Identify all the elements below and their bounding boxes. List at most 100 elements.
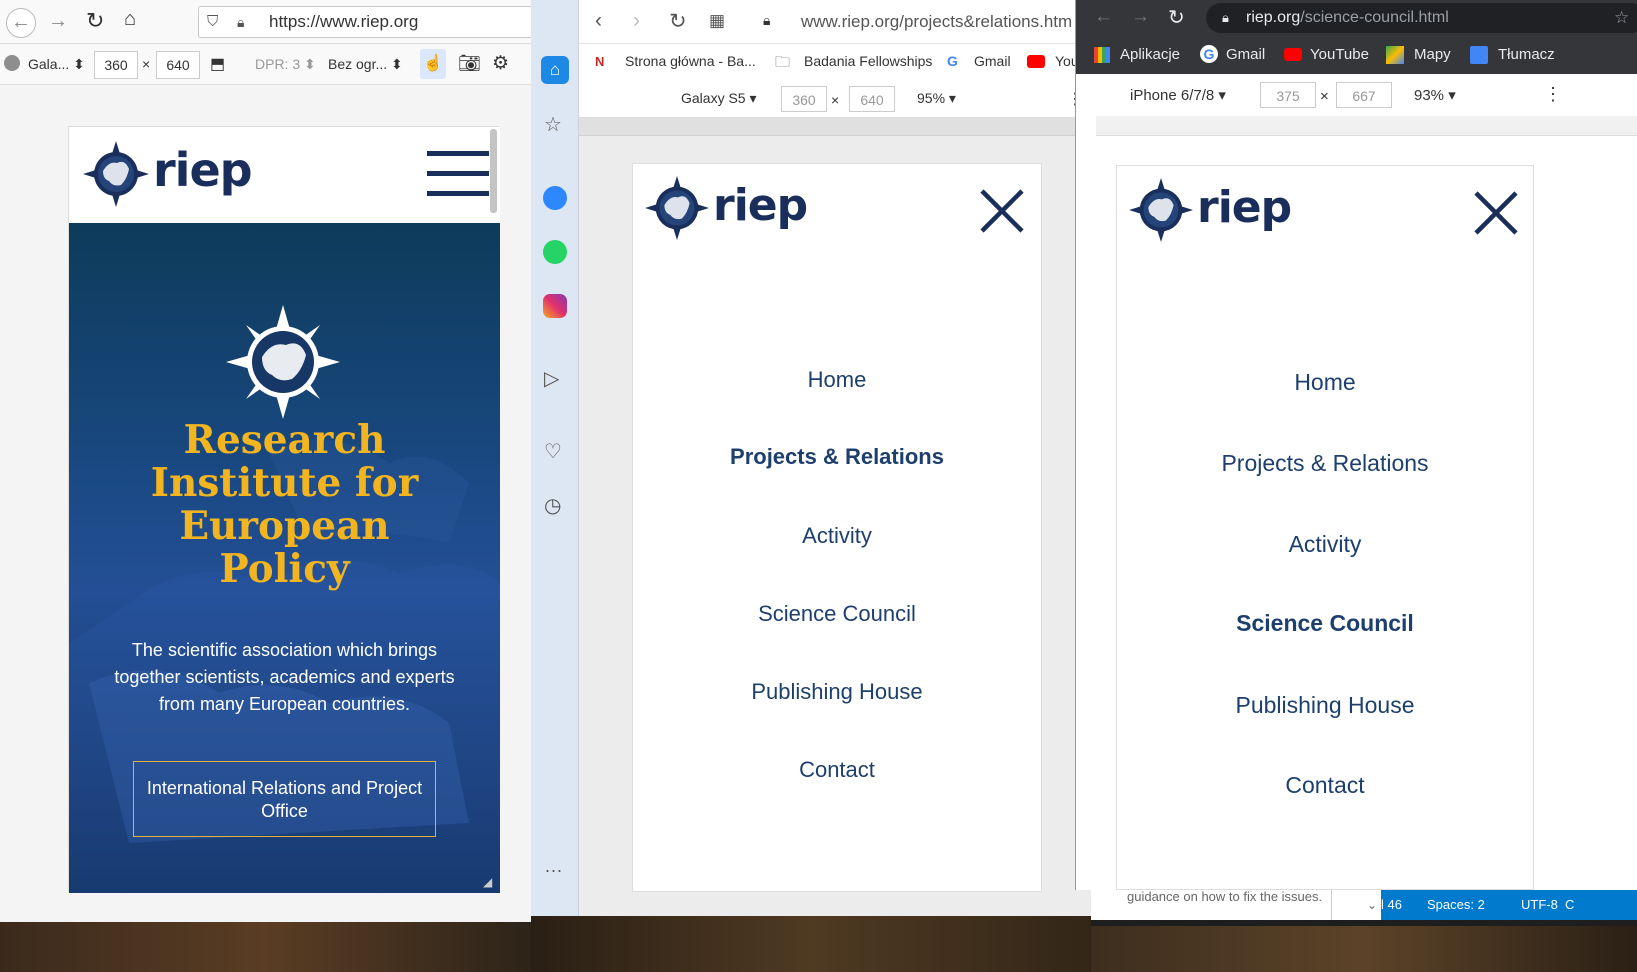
zoom-select[interactable]: 95% ▾	[917, 90, 956, 107]
desktop-strip	[531, 916, 1091, 972]
riep-logo-icon[interactable]	[83, 141, 149, 207]
touch-icon[interactable]: ☝	[420, 49, 446, 79]
hero-section: Research Institute for European Policy T…	[69, 223, 500, 893]
url-bar[interactable]: 🔒︎ riep.org/science-council.html ☆	[1206, 3, 1637, 33]
device-viewport: riep Home Projects & Relations Activity Sci…	[632, 163, 1042, 892]
hero-description: The scientific association which brings …	[114, 640, 455, 714]
width-input[interactable]: 360	[94, 51, 138, 79]
forward-icon[interactable]: ›	[633, 9, 640, 33]
back-icon[interactable]: ←	[6, 8, 36, 38]
nav-menu-item[interactable]: Contact	[1117, 772, 1533, 799]
bookmark-item[interactable]: Strona główna - Ba...	[625, 53, 756, 69]
speed-dial-icon[interactable]: ⌂	[541, 56, 569, 84]
nav-menu-item[interactable]: Home	[633, 367, 1041, 393]
screenshot-icon[interactable]: 📷︎	[458, 53, 481, 74]
site-header: riep	[69, 127, 500, 223]
nav-menu-item[interactable]: Contact	[633, 757, 1041, 783]
desktop-strip	[0, 922, 531, 972]
forward-icon[interactable]: →	[48, 10, 68, 33]
tabs-grid-icon[interactable]: ▦	[709, 11, 725, 31]
history-clock-icon[interactable]: ◷	[544, 493, 561, 518]
url-bar[interactable]: ⛉ 🔒︎ https://www.riep.org	[198, 6, 531, 38]
width-input[interactable]: 360	[781, 86, 827, 112]
bookmark-item[interactable]: Gmail	[974, 53, 1011, 69]
nav-menu-item[interactable]: Activity	[1117, 531, 1533, 558]
device-viewport: riep Research Institute for European Pol…	[68, 126, 500, 893]
logo-wordmark[interactable]: riep	[153, 143, 253, 197]
star-icon[interactable]: ☆	[544, 112, 562, 137]
bookmark-item[interactable]: YouTube	[1310, 46, 1369, 63]
heart-icon[interactable]: ♡	[544, 439, 562, 464]
logo-wordmark[interactable]: riep	[713, 180, 808, 231]
dpr-select[interactable]: DPR: 3 ⬍	[255, 56, 316, 73]
status-col[interactable]: l 46	[1381, 890, 1402, 920]
scrollbar[interactable]	[490, 129, 497, 213]
hamburger-menu-icon[interactable]	[427, 149, 489, 201]
instagram-icon[interactable]	[543, 294, 567, 318]
settings-gear-icon[interactable]: ⚙	[492, 52, 509, 75]
device-select[interactable]: iPhone 6/7/8 ▾	[1130, 86, 1226, 104]
whatsapp-icon[interactable]	[543, 240, 567, 264]
width-input[interactable]: 375	[1260, 82, 1316, 108]
resize-grip-icon[interactable]: ◢	[483, 875, 492, 889]
nav-menu-item[interactable]: Science Council	[633, 601, 1041, 627]
opera-toolbar: ‹ › ↻ ▦ 🔒︎ www.riep.org/projects&relatio…	[579, 0, 1091, 44]
lock-icon: 🔒︎	[763, 12, 771, 28]
compass-emblem-icon	[226, 305, 340, 419]
cta-button[interactable]: International Relations and Project Offi…	[133, 761, 436, 837]
bookmark-item[interactable]: Badania Fellowships	[804, 53, 932, 69]
more-dots-icon[interactable]: ...	[545, 856, 563, 877]
home-icon[interactable]: ⌂	[124, 8, 136, 31]
logo-wordmark[interactable]: riep	[1197, 182, 1292, 233]
close-icon[interactable]	[1473, 190, 1519, 236]
youtube-icon	[1027, 55, 1045, 68]
times-sign: ×	[1320, 88, 1329, 105]
bookmark-star-icon[interactable]: ☆	[1614, 3, 1629, 33]
reload-icon[interactable]: ↻	[1168, 5, 1185, 30]
bookmark-item[interactable]: Mapy	[1414, 46, 1451, 63]
device-select[interactable]: Gala... ⬍	[28, 56, 85, 73]
nav-menu-item[interactable]: Publishing House	[633, 679, 1041, 705]
throttle-select[interactable]: Bez ogr... ⬍	[328, 56, 403, 73]
riep-logo-icon[interactable]	[645, 176, 709, 240]
height-input[interactable]: 640	[156, 51, 200, 79]
device-viewport: riep Home Projects & Relations Activity Sci…	[1116, 165, 1534, 890]
nav-menu-item[interactable]: Projects & Relations	[1117, 450, 1533, 477]
status-encoding[interactable]: UTF-8	[1521, 890, 1558, 920]
url-text: https://www.riep.org	[269, 12, 419, 31]
media-query-bar[interactable]	[579, 118, 1091, 136]
messenger-icon[interactable]	[543, 186, 567, 210]
nav-menu-item[interactable]: Projects & Relations	[633, 444, 1041, 470]
reload-icon[interactable]: ↻	[669, 9, 687, 34]
zoom-select[interactable]: 93% ▾	[1414, 86, 1456, 104]
bookmark-item[interactable]: Aplikacje	[1120, 46, 1180, 63]
height-input[interactable]: 640	[849, 86, 895, 112]
close-icon[interactable]	[979, 188, 1025, 234]
media-query-bar[interactable]	[1096, 116, 1637, 136]
back-icon[interactable]: ‹	[595, 9, 602, 33]
sidebar: ⌂ ☆ ▷ ♡ ◷ ...	[531, 0, 579, 972]
url-domain: riep.org	[1246, 9, 1301, 26]
bookmark-item[interactable]: Tłumacz	[1498, 46, 1555, 63]
bookmark-item[interactable]: Gmail	[1226, 46, 1265, 63]
back-icon[interactable]: ←	[1094, 6, 1113, 28]
more-options-icon[interactable]: ⋮	[1544, 84, 1562, 105]
scroll-down-icon[interactable]: ⌄	[1331, 890, 1381, 920]
height-input[interactable]: 667	[1336, 82, 1392, 108]
nav-menu-item[interactable]: Home	[1117, 369, 1533, 396]
desktop-strip	[1091, 926, 1637, 972]
riep-logo-icon[interactable]	[1129, 178, 1193, 242]
device-toolbar: Galaxy S5 ▾ 360 × 640 95% ▾ ⋮	[579, 80, 1091, 118]
nav-menu-item[interactable]: Activity	[633, 523, 1041, 549]
nav-menu-item[interactable]: Publishing House	[1117, 692, 1533, 719]
reload-icon[interactable]: ↻	[86, 8, 104, 34]
nav-menu-item[interactable]: Science Council	[1117, 610, 1533, 637]
url-path: /science-council.html	[1300, 9, 1449, 26]
status-extra[interactable]: C	[1565, 890, 1574, 920]
rotate-icon[interactable]: ⬒	[210, 54, 225, 74]
forward-icon[interactable]: →	[1131, 6, 1150, 28]
device-select[interactable]: Galaxy S5 ▾	[681, 90, 757, 107]
send-icon[interactable]: ▷	[544, 366, 559, 391]
status-spaces[interactable]: Spaces: 2	[1427, 890, 1485, 920]
url-text[interactable]: www.riep.org/projects&relations.htm	[801, 12, 1072, 32]
